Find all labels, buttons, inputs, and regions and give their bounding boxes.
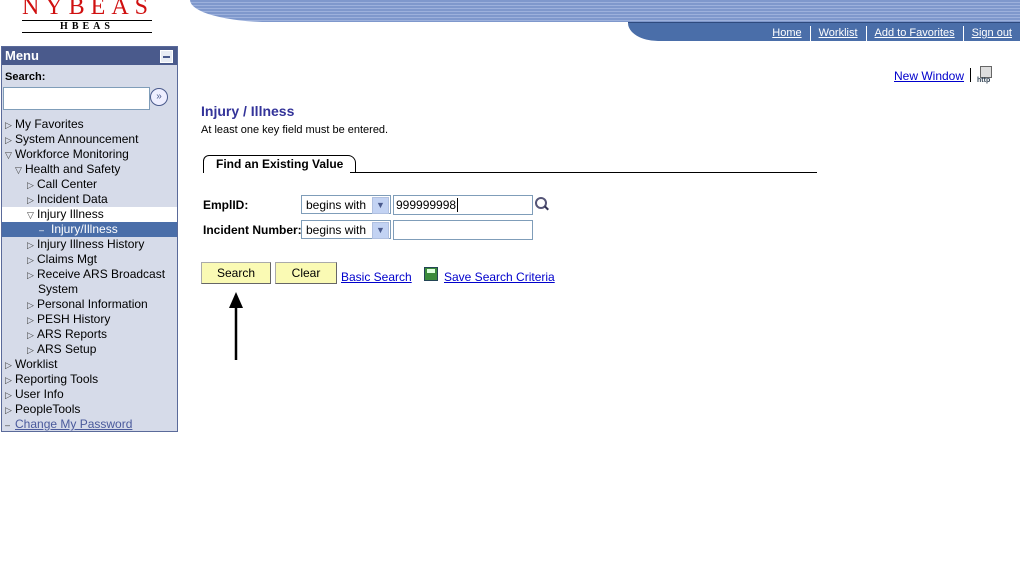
menu-panel: Menu Search: » ▷ My Favorites ▷ System Anno… <box>1 46 178 432</box>
menu-item[interactable]: ▷ Personal Information <box>2 297 177 312</box>
menu-item[interactable]: ▷ ARS Reports <box>2 327 177 342</box>
menu-item-label: Receive ARS Broadcast <box>37 267 166 281</box>
triangle-right-icon: ▷ <box>27 180 34 190</box>
menu-item-label: System Announcement <box>15 132 139 146</box>
http-icon[interactable]: http <box>977 66 995 84</box>
menu-item-label: Change My Password <box>15 417 133 431</box>
menu-item[interactable]: ▷ PeopleTools <box>2 402 177 417</box>
menu-item-label: My Favorites <box>15 117 84 131</box>
tab-divider <box>350 172 817 173</box>
collapse-icon[interactable] <box>160 50 173 63</box>
triangle-down-icon: ▽ <box>27 210 34 220</box>
triangle-right-icon: ▷ <box>5 405 12 415</box>
menu-item-label: System <box>38 282 79 296</box>
triangle-right-icon: ▷ <box>27 255 34 265</box>
menu-item[interactable]: ▷ Worklist <box>2 357 177 372</box>
save-search-criteria-link[interactable]: Save Search Criteria <box>444 270 555 284</box>
triangle-right-icon: ▷ <box>5 390 12 400</box>
menu-item-label: Injury Illness History <box>37 237 145 251</box>
menu-item-label: Reporting Tools <box>15 372 99 386</box>
menu-item[interactable]: ▷ Receive ARS Broadcast <box>2 267 177 282</box>
menu-item-label: ARS Setup <box>37 342 97 356</box>
dash-icon: – <box>39 225 45 235</box>
menu-item-label: PeopleTools <box>15 402 81 416</box>
clear-button[interactable]: Clear <box>275 262 337 284</box>
logo: NYBEAS HBEAS <box>22 0 155 33</box>
menu-item-label: Health and Safety <box>25 162 121 176</box>
menu-item[interactable]: ▷ Reporting Tools <box>2 372 177 387</box>
new-window-link[interactable]: New Window <box>894 69 964 83</box>
triangle-down-icon: ▽ <box>5 150 12 160</box>
menu-item[interactable]: ▽ Workforce Monitoring <box>2 147 177 162</box>
menu-item-label: Claims Mgt <box>37 252 98 266</box>
menu-item-label: User Info <box>15 387 64 401</box>
menu-item-label: Incident Data <box>37 192 108 206</box>
triangle-right-icon: ▷ <box>27 195 34 205</box>
search-go-icon[interactable]: » <box>150 88 168 106</box>
menu-item[interactable]: ▷ Injury Illness History <box>2 237 177 252</box>
page-title: Injury / Illness <box>201 103 295 119</box>
emplid-operator-select[interactable]: begins with ▼ <box>301 195 391 214</box>
search-button[interactable]: Search <box>201 262 271 284</box>
triangle-right-icon: ▷ <box>5 375 12 385</box>
nav-sign-out[interactable]: Sign out <box>962 26 1020 41</box>
menu-item[interactable]: ▷ ARS Setup <box>2 342 177 357</box>
lookup-search-icon[interactable] <box>535 197 549 211</box>
menu-item-label: Call Center <box>37 177 98 191</box>
basic-search-link[interactable]: Basic Search <box>341 270 412 284</box>
menu-item[interactable]: System <box>2 282 177 297</box>
triangle-right-icon: ▷ <box>27 270 34 280</box>
arrow-up-annotation <box>229 292 243 360</box>
menu-item[interactable]: ▷ User Info <box>2 387 177 402</box>
menu-item-label: Injury Illness <box>37 207 104 221</box>
chevron-down-icon: ▼ <box>372 222 389 239</box>
instruction-text: At least one key field must be entered. <box>201 124 389 136</box>
menu-item[interactable]: ▷ Call Center <box>2 177 177 192</box>
nav-worklist[interactable]: Worklist <box>809 26 866 41</box>
emplid-input[interactable]: 999999998 <box>393 195 533 215</box>
triangle-right-icon: ▷ <box>27 330 34 340</box>
incident-operator-select[interactable]: begins with ▼ <box>301 220 391 239</box>
nav-home[interactable]: Home <box>764 26 809 41</box>
triangle-right-icon: ▷ <box>27 315 34 325</box>
menu-item-label: ARS Reports <box>37 327 108 341</box>
menu-item[interactable]: ▷ System Announcement <box>2 132 177 147</box>
incident-number-label: Incident Number: <box>203 223 302 237</box>
triangle-right-icon: ▷ <box>27 300 34 310</box>
tab-find-existing-value[interactable]: Find an Existing Value <box>203 155 357 173</box>
menu-item[interactable]: ▷ Claims Mgt <box>2 252 177 267</box>
chevron-down-icon: ▼ <box>372 197 389 214</box>
menu-item[interactable]: ▷ PESH History <box>2 312 177 327</box>
triangle-right-icon: ▷ <box>27 345 34 355</box>
triangle-right-icon: ▷ <box>5 135 12 145</box>
search-label: Search: <box>5 71 46 83</box>
menu-item[interactable]: ▷ My Favorites <box>2 117 177 132</box>
menu-item-label: Worklist <box>15 357 58 371</box>
triangle-right-icon: ▷ <box>27 240 34 250</box>
save-icon[interactable] <box>424 267 438 281</box>
menu-item[interactable]: – Injury/Illness <box>2 222 177 237</box>
header-banner <box>190 0 1020 22</box>
triangle-right-icon: ▷ <box>5 360 12 370</box>
menu-item[interactable]: ▽ Health and Safety <box>2 162 177 177</box>
menu-search-input[interactable] <box>3 87 150 110</box>
menu-item[interactable]: ▽ Injury Illness <box>2 207 177 222</box>
menu-item-label: PESH History <box>37 312 111 326</box>
nav-add-to-favorites[interactable]: Add to Favorites <box>865 26 963 41</box>
emplid-label: EmplID: <box>203 198 249 212</box>
menu-item-label: Injury/Illness <box>51 222 118 236</box>
dash-icon: – <box>5 420 11 430</box>
divider <box>970 68 971 82</box>
triangle-down-icon: ▽ <box>15 165 22 175</box>
incident-number-input[interactable] <box>393 220 533 240</box>
triangle-right-icon: ▷ <box>5 120 12 130</box>
top-nav: Home Worklist Add to Favorites Sign out <box>628 22 1020 41</box>
menu-item[interactable]: – Change My Password <box>2 417 177 432</box>
menu-item-label: Personal Information <box>37 297 148 311</box>
menu-item-label: Workforce Monitoring <box>15 147 129 161</box>
menu-item[interactable]: ▷ Incident Data <box>2 192 177 207</box>
menu-header: Menu <box>2 47 177 65</box>
